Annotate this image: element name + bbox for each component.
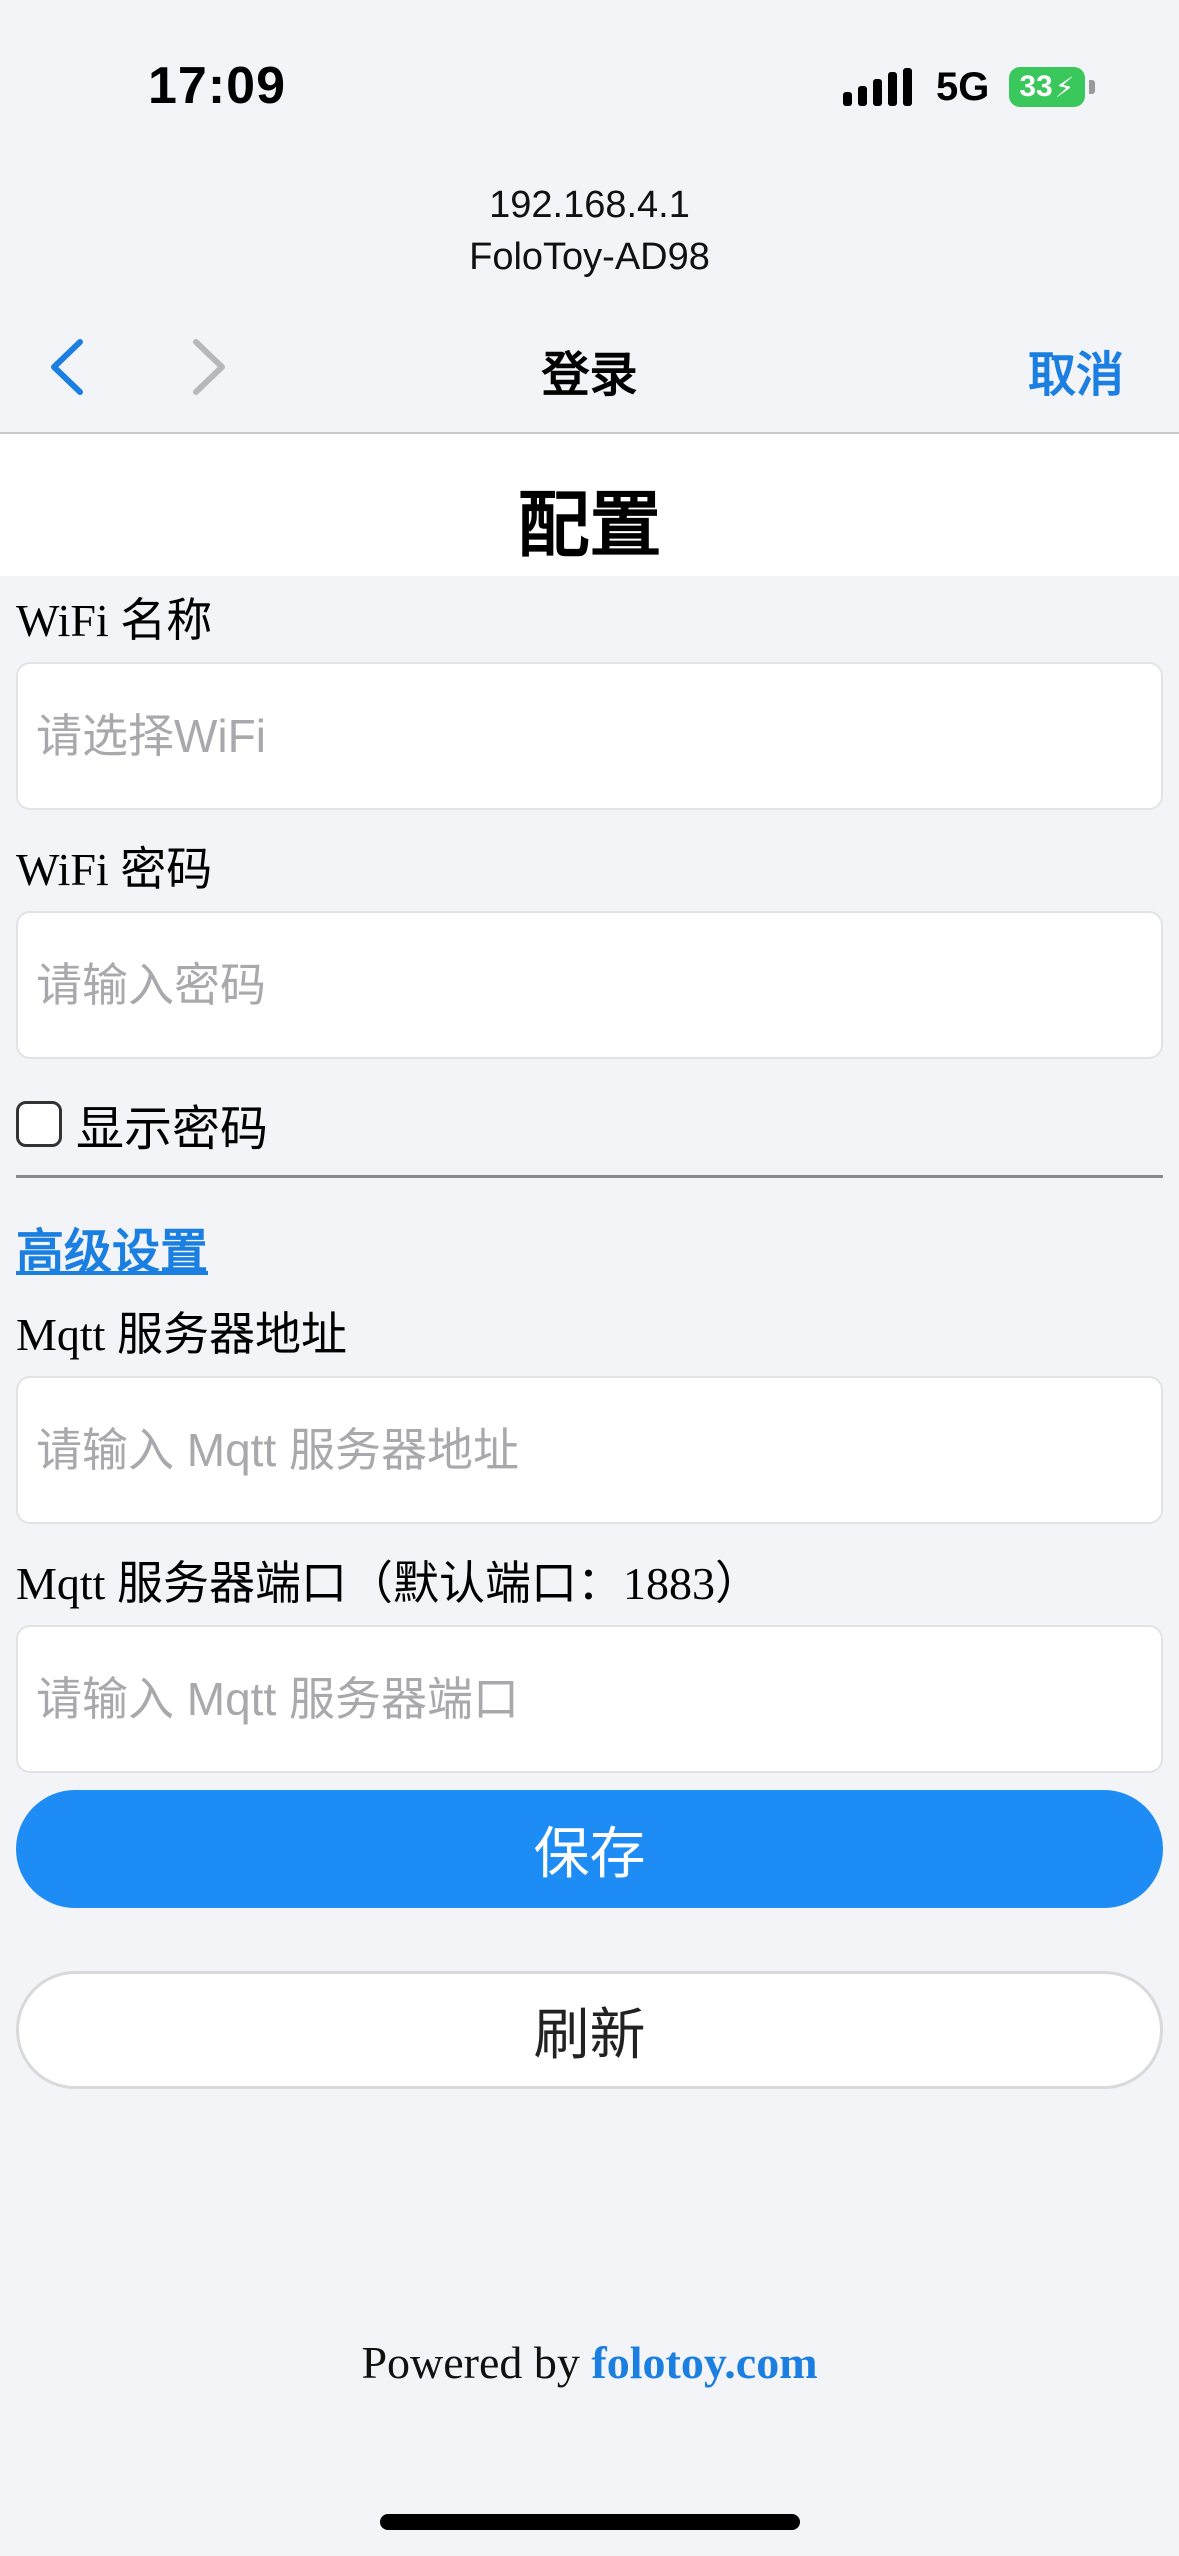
mqtt-port-label: Mqtt 服务器端口（默认端口：1883） — [16, 1558, 761, 1609]
cancel-button[interactable]: 取消 — [1028, 335, 1124, 405]
footer: Powered by folotoy.com — [0, 2336, 1179, 2389]
status-time: 17:09 — [148, 57, 286, 115]
wifi-password-input[interactable] — [16, 911, 1163, 1059]
mqtt-port-input[interactable] — [16, 1625, 1163, 1773]
battery-icon: 33 ⚡ — [1009, 67, 1086, 107]
site-name: FoloToy-AD98 — [469, 236, 710, 278]
wifi-name-label: WiFi 名称 — [16, 595, 213, 646]
show-password-row[interactable]: 显示密码 — [16, 1089, 268, 1159]
advanced-settings-link[interactable]: 高级设置 — [16, 1212, 208, 1282]
wifi-name-input[interactable] — [16, 662, 1163, 810]
signal-icon — [843, 68, 912, 106]
show-password-checkbox[interactable] — [16, 1101, 62, 1147]
wifi-password-label: WiFi 密码 — [16, 844, 213, 895]
status-indicators: 5G 33 ⚡ — [843, 62, 1096, 112]
battery-level: 33 — [1019, 70, 1053, 103]
network-type: 5G — [936, 64, 990, 109]
home-indicator[interactable] — [380, 2514, 800, 2530]
page-url: 192.168.4.1 — [489, 184, 690, 226]
page-title: 配置 — [517, 486, 662, 566]
battery-cap — [1089, 80, 1096, 94]
charging-icon: ⚡ — [1054, 71, 1075, 103]
mqtt-address-label: Mqtt 服务器地址 — [16, 1309, 347, 1360]
save-button[interactable]: 保存 — [16, 1790, 1163, 1908]
folotoy-link[interactable]: folotoy.com — [591, 2337, 817, 2388]
show-password-label[interactable]: 显示密码 — [76, 1089, 268, 1159]
mqtt-address-input[interactable] — [16, 1376, 1163, 1524]
refresh-button[interactable]: 刷新 — [16, 1971, 1163, 2089]
section-divider — [16, 1175, 1163, 1178]
powered-by-text: Powered by — [361, 2337, 592, 2388]
browser-title: 登录 — [541, 349, 638, 402]
